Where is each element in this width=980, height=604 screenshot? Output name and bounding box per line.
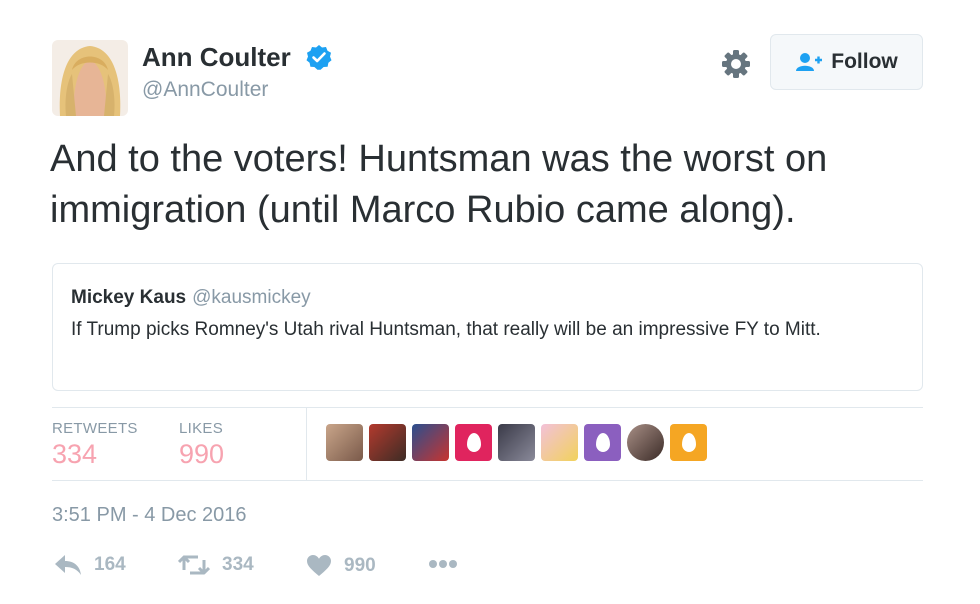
likes-stat[interactable]: LIKES 990 (179, 420, 224, 470)
add-user-icon (796, 53, 823, 71)
divider (306, 407, 307, 481)
liker-avatar[interactable] (412, 424, 449, 461)
like-button[interactable]: 990 (306, 554, 376, 577)
egg-icon (681, 432, 696, 452)
avatar[interactable] (52, 40, 128, 116)
retweets-stat[interactable]: RETWEETS 334 (52, 420, 138, 470)
follow-button[interactable]: Follow (770, 34, 923, 90)
egg-icon (595, 432, 610, 452)
retweets-count: 334 (52, 439, 98, 469)
more-button[interactable] (428, 558, 458, 570)
egg-icon (466, 432, 481, 452)
tweet-timestamp[interactable]: 3:51 PM - 4 Dec 2016 (52, 504, 247, 527)
reply-icon (55, 555, 81, 575)
liker-avatar[interactable] (584, 424, 621, 461)
more-icon (429, 560, 457, 568)
liker-avatar[interactable] (627, 424, 664, 461)
quoted-tweet[interactable]: Mickey Kaus @kausmickey If Trump picks Ro… (52, 263, 923, 391)
reply-count: 164 (94, 554, 126, 575)
liker-avatar[interactable] (369, 424, 406, 461)
liker-avatars (326, 424, 707, 461)
liker-avatar[interactable] (541, 424, 578, 461)
retweet-count: 334 (222, 554, 254, 575)
quoted-tweet-text: If Trump picks Romney's Utah rival Hunts… (71, 319, 821, 340)
retweet-icon (178, 555, 210, 575)
liker-avatar[interactable] (455, 424, 492, 461)
gear-icon[interactable] (721, 49, 751, 79)
heart-icon (307, 555, 331, 576)
verified-badge-icon (306, 45, 332, 70)
likes-count: 990 (179, 439, 225, 469)
likes-label: LIKES (179, 420, 224, 437)
quoted-author: Mickey Kaus @kausmickey (71, 287, 311, 309)
follow-label: Follow (831, 50, 898, 73)
liker-avatar[interactable] (498, 424, 535, 461)
quoted-author-handle: @kausmickey (192, 287, 311, 308)
divider (52, 480, 923, 481)
liker-avatar[interactable] (326, 424, 363, 461)
tweet-text: And to the voters! Huntsman was the wors… (50, 138, 828, 231)
divider (52, 407, 923, 408)
retweet-button[interactable]: 334 (178, 554, 254, 576)
like-count: 990 (344, 554, 376, 576)
liker-avatar[interactable] (670, 424, 707, 461)
quoted-author-name: Mickey Kaus (71, 287, 187, 308)
author-name[interactable]: Ann Coulter (142, 42, 291, 73)
retweets-label: RETWEETS (52, 420, 138, 437)
reply-button[interactable]: 164 (54, 554, 126, 576)
author-handle[interactable]: @AnnCoulter (142, 78, 268, 102)
avatar-image (52, 40, 128, 116)
